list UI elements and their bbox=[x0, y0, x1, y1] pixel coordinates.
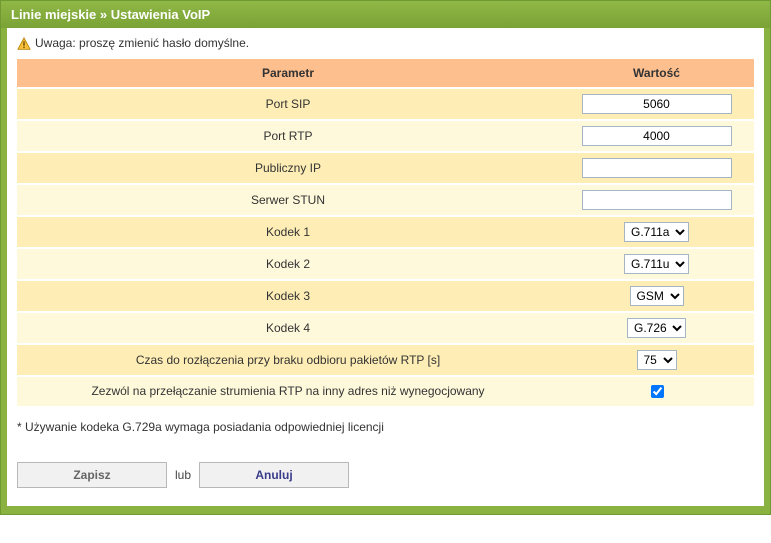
table-row: Zezwól na przełączanie strumienia RTP na… bbox=[17, 377, 754, 406]
table-row: Kodek 2 G.711u bbox=[17, 249, 754, 279]
col-header-value: Wartość bbox=[559, 59, 754, 87]
label-codec2: Kodek 2 bbox=[17, 249, 559, 279]
breadcrumb-sep: » bbox=[96, 7, 110, 22]
select-codec4[interactable]: G.726 bbox=[627, 318, 686, 338]
select-codec1[interactable]: G.711a bbox=[624, 222, 689, 242]
label-stun: Serwer STUN bbox=[17, 185, 559, 215]
breadcrumb: Linie miejskie » Ustawienia VoIP bbox=[1, 1, 770, 28]
label-rtp-switch: Zezwól na przełączanie strumienia RTP na… bbox=[17, 377, 559, 406]
label-public-ip: Publiczny IP bbox=[17, 153, 559, 183]
button-row: Zapisz lub Anuluj bbox=[17, 462, 754, 488]
warning-icon bbox=[17, 37, 31, 51]
label-rtp-timeout: Czas do rozłączenia przy braku odbioru p… bbox=[17, 345, 559, 375]
footnote: * Używanie kodeka G.729a wymaga posiadan… bbox=[17, 420, 754, 434]
select-codec3[interactable]: GSM bbox=[630, 286, 684, 306]
table-row: Czas do rozłączenia przy braku odbioru p… bbox=[17, 345, 754, 375]
select-rtp-timeout[interactable]: 75 bbox=[637, 350, 677, 370]
page-frame: Linie miejskie » Ustawienia VoIP Uwaga: … bbox=[0, 0, 771, 515]
select-codec2[interactable]: G.711u bbox=[624, 254, 689, 274]
warning-banner: Uwaga: proszę zmienić hasło domyślne. bbox=[17, 34, 754, 57]
checkbox-rtp-switch[interactable] bbox=[651, 385, 664, 398]
input-rtp-port[interactable] bbox=[582, 126, 732, 146]
or-label: lub bbox=[175, 468, 191, 482]
table-row: Publiczny IP bbox=[17, 153, 754, 183]
table-row: Serwer STUN bbox=[17, 185, 754, 215]
cancel-button[interactable]: Anuluj bbox=[199, 462, 349, 488]
settings-table: Parametr Wartość Port SIP Port RTP Publi… bbox=[17, 57, 754, 408]
col-header-param: Parametr bbox=[17, 59, 559, 87]
table-row: Port RTP bbox=[17, 121, 754, 151]
breadcrumb-item-1: Linie miejskie bbox=[11, 7, 96, 22]
table-row: Port SIP bbox=[17, 89, 754, 119]
table-row: Kodek 4 G.726 bbox=[17, 313, 754, 343]
label-sip-port: Port SIP bbox=[17, 89, 559, 119]
warning-text: Uwaga: proszę zmienić hasło domyślne. bbox=[35, 36, 249, 50]
input-public-ip[interactable] bbox=[582, 158, 732, 178]
label-codec1: Kodek 1 bbox=[17, 217, 559, 247]
table-row: Kodek 1 G.711a bbox=[17, 217, 754, 247]
save-button[interactable]: Zapisz bbox=[17, 462, 167, 488]
input-sip-port[interactable] bbox=[582, 94, 732, 114]
content-panel: Uwaga: proszę zmienić hasło domyślne. Pa… bbox=[7, 28, 764, 506]
table-row: Kodek 3 GSM bbox=[17, 281, 754, 311]
label-codec4: Kodek 4 bbox=[17, 313, 559, 343]
table-header-row: Parametr Wartość bbox=[17, 59, 754, 87]
input-stun[interactable] bbox=[582, 190, 732, 210]
label-rtp-port: Port RTP bbox=[17, 121, 559, 151]
breadcrumb-item-2: Ustawienia VoIP bbox=[111, 7, 210, 22]
label-codec3: Kodek 3 bbox=[17, 281, 559, 311]
